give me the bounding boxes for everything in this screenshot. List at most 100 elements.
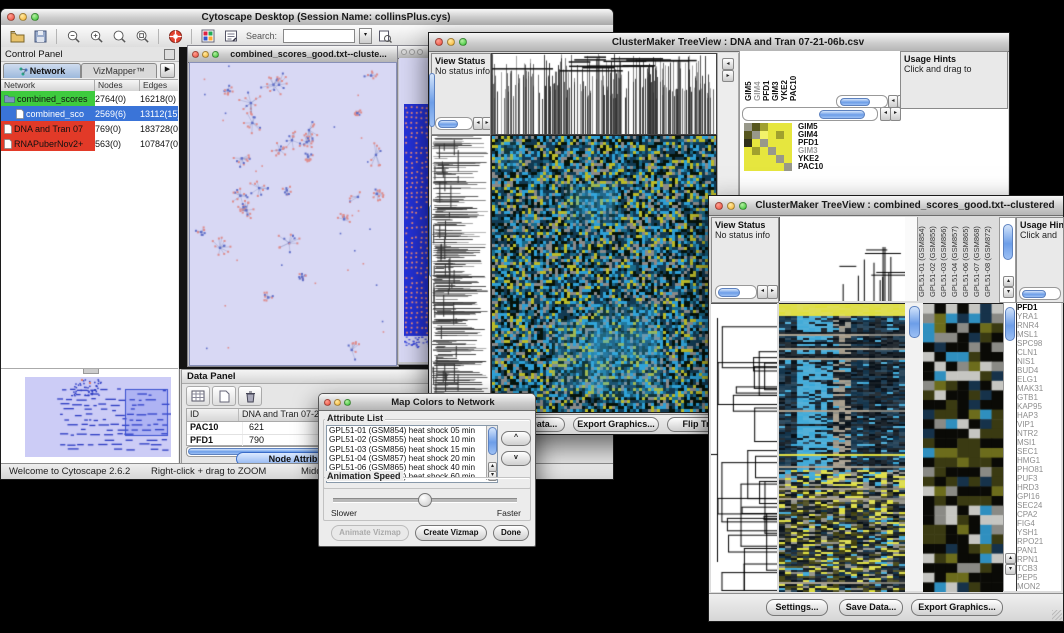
gene-label[interactable]: HAP3 — [1017, 411, 1061, 420]
list-item[interactable]: GPL51-03 (GSM856) heat shock 15 min — [327, 445, 497, 454]
column-label[interactable]: GPL51-06 (GSM865) — [961, 217, 972, 297]
gene-label[interactable]: NTR2 — [1017, 429, 1061, 438]
network-canvas[interactable] — [190, 63, 396, 365]
zoom-fit-icon[interactable] — [132, 27, 152, 45]
export-graphics-button[interactable]: Export Graphics... — [573, 417, 659, 432]
tv1-zoom-hscroll-thumb[interactable] — [819, 110, 865, 119]
mini-heatmap-cell[interactable] — [784, 139, 792, 147]
column-label[interactable]: YKE2 — [780, 53, 789, 101]
mini-heatmap-cell[interactable] — [760, 163, 768, 171]
tab-overflow-icon[interactable]: ▶ — [160, 63, 175, 78]
animate-vizmap-button[interactable]: Animate Vizmap — [331, 525, 409, 541]
network-list-row[interactable]: DNA and Tran 07769(0)183728(0) — [1, 121, 178, 136]
tv1-titlebar[interactable]: ClusterMaker TreeView : DNA and Tran 07-… — [429, 33, 1009, 52]
mini-heatmap-cell[interactable] — [760, 131, 768, 139]
gene-label[interactable]: PUF3 — [1017, 474, 1061, 483]
scroll-right-icon[interactable]: ▸ — [722, 70, 734, 82]
gene-label[interactable]: MSI1 — [1017, 438, 1061, 447]
row-label[interactable]: PAC10 — [798, 163, 823, 171]
column-label[interactable]: PFD1 — [762, 53, 771, 101]
scroll-down-icon[interactable]: ▾ — [1005, 564, 1016, 575]
usage-hints-scroll-thumb[interactable] — [1022, 290, 1046, 298]
gene-label[interactable]: PHO81 — [1017, 465, 1061, 474]
column-label[interactable]: GPL51-07 (GSM868) — [972, 217, 983, 297]
search-dropdown-icon[interactable]: ▾ — [359, 28, 372, 44]
close-icon[interactable] — [401, 49, 407, 55]
zoom-in-icon[interactable] — [86, 27, 106, 45]
column-label[interactable]: GIM4 — [753, 53, 762, 101]
minimize-icon[interactable] — [19, 13, 27, 21]
mini-heatmap-cell[interactable] — [744, 139, 752, 147]
close-icon[interactable] — [192, 51, 199, 58]
tv1-right-hscroll-thumb[interactable] — [840, 98, 870, 106]
mini-heatmap-cell[interactable] — [776, 163, 784, 171]
zoom-window-icon[interactable] — [212, 51, 219, 58]
overview-drag-handle[interactable] — [83, 369, 99, 374]
gene-label[interactable]: RNR4 — [1017, 321, 1061, 330]
mini-heatmap-cell[interactable] — [752, 123, 760, 131]
zoom-window-icon[interactable] — [739, 202, 747, 210]
mini-heatmap-cell[interactable] — [784, 123, 792, 131]
network-list-row[interactable]: combined_scores2764(0)16218(0) — [1, 91, 178, 106]
scroll-left-icon[interactable]: ◂ — [722, 58, 734, 70]
zoom-window-icon[interactable] — [344, 399, 351, 406]
tv1-left-vscroll-thumb[interactable] — [429, 73, 435, 127]
scroll-right-icon[interactable]: ▸ — [890, 107, 901, 121]
gene-label[interactable]: ELG1 — [1017, 375, 1061, 384]
save-session-icon[interactable] — [30, 27, 50, 45]
scroll-right-icon[interactable]: ▸ — [482, 117, 491, 130]
vizmap-grid-icon[interactable] — [198, 27, 218, 45]
tv1-row-dendrogram[interactable] — [432, 136, 490, 412]
move-up-button[interactable]: ^ — [501, 431, 531, 446]
gene-label[interactable]: PFD1 — [1017, 303, 1061, 312]
gene-label[interactable]: TCB3 — [1017, 564, 1061, 573]
list-item[interactable]: GPL51-01 (GSM854) heat shock 05 min — [327, 426, 497, 435]
label-vscroll-thumb[interactable] — [1003, 224, 1013, 260]
column-label[interactable]: GPL51-08 (GSM872) — [983, 217, 994, 297]
tv2-row-dendrogram[interactable] — [711, 304, 777, 592]
close-icon[interactable] — [435, 38, 443, 46]
help-lifesaver-icon[interactable] — [165, 27, 185, 45]
tv2-label-vscroll[interactable]: ▴ ▾ — [999, 217, 1016, 303]
mini-heatmap-cell[interactable] — [768, 131, 776, 139]
scroll-down-icon[interactable]: ▾ — [1003, 287, 1014, 298]
mini-heatmap-cell[interactable] — [776, 139, 784, 147]
gene-label[interactable]: NIS1 — [1017, 357, 1061, 366]
tv1-global-heatmap[interactable] — [492, 136, 716, 412]
mini-heatmap-cell[interactable] — [752, 163, 760, 171]
birdseye-view-canvas[interactable] — [25, 377, 171, 457]
delete-attribute-icon[interactable] — [238, 386, 262, 406]
mini-heatmap-cell[interactable] — [768, 147, 776, 155]
column-label[interactable]: GPL51-04 (GSM857) — [950, 217, 961, 297]
mini-heatmap-cell[interactable] — [744, 155, 752, 163]
mini-heatmap-cell[interactable] — [776, 131, 784, 139]
mini-heatmap-cell[interactable] — [752, 139, 760, 147]
annotation-icon[interactable] — [221, 27, 241, 45]
tv1-zoom-row-labels[interactable]: GIM5GIM4PFD1GIM3YKE2PAC10 — [798, 123, 823, 171]
zoom-window-icon[interactable] — [459, 38, 467, 46]
gene-label[interactable]: RPO21 — [1017, 537, 1061, 546]
mini-heatmap-cell[interactable] — [784, 131, 792, 139]
tv1-zoom-hscroll-track[interactable] — [742, 107, 878, 121]
zoom-window-icon[interactable] — [31, 13, 39, 21]
zoom-selected-icon[interactable] — [109, 27, 129, 45]
mini-heatmap-cell[interactable] — [768, 163, 776, 171]
mini-heatmap-cell[interactable] — [760, 155, 768, 163]
export-graphics-button[interactable]: Export Graphics... — [911, 599, 1003, 616]
move-down-button[interactable]: v — [501, 451, 531, 466]
column-label[interactable]: GIM3 — [771, 53, 780, 101]
global-vscroll-thumb[interactable] — [909, 306, 920, 338]
gene-label[interactable]: SEC24 — [1017, 501, 1061, 510]
mini-heatmap-cell[interactable] — [744, 147, 752, 155]
view-status-scroll-track[interactable] — [715, 285, 757, 299]
gene-label[interactable]: FIG4 — [1017, 519, 1061, 528]
done-button[interactable]: Done — [493, 525, 529, 541]
gene-label[interactable]: KAP95 — [1017, 402, 1061, 411]
tab-network[interactable]: Network — [3, 63, 81, 78]
minimize-icon[interactable] — [334, 399, 341, 406]
gene-label[interactable]: SEC1 — [1017, 447, 1061, 456]
minimize-icon[interactable] — [202, 51, 209, 58]
mini-heatmap-cell[interactable] — [752, 147, 760, 155]
gene-label[interactable]: PEP5 — [1017, 573, 1061, 582]
tv1-right-hscroll-track[interactable] — [836, 95, 888, 108]
